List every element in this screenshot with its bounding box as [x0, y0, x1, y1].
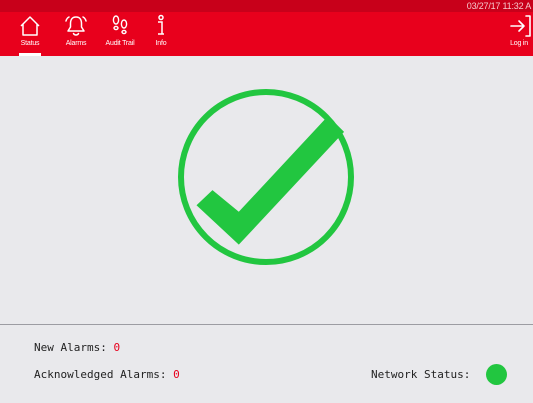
new-alarms-row: New Alarms: 0 [34, 341, 120, 354]
network-status-indicator [486, 364, 507, 385]
ack-alarms-label: Acknowledged Alarms: [34, 368, 167, 381]
divider [0, 324, 533, 325]
checkmark-circle-icon [178, 89, 354, 265]
network-status-row: Network Status: [371, 368, 470, 381]
nav-status[interactable]: Status [19, 14, 41, 56]
nav-info[interactable]: Info [152, 14, 170, 54]
top-bar: 03/27/17 11:32 A Status Alarms Audit Tra… [0, 0, 533, 56]
nav-alarms-label: Alarms [65, 40, 87, 47]
header-stripe [0, 0, 533, 12]
bell-icon [61, 14, 91, 40]
network-status-label: Network Status: [371, 368, 471, 381]
footprints-icon [101, 14, 139, 40]
ack-alarms-value: 0 [173, 368, 180, 381]
nav-status-label: Status [20, 40, 40, 47]
login-button[interactable]: Log in [505, 14, 533, 54]
home-icon [19, 14, 41, 40]
timestamp: 03/27/17 11:32 A [466, 1, 531, 11]
nav-audit-trail[interactable]: Audit Trail [101, 14, 139, 54]
login-label: Log in [510, 40, 528, 47]
nav-info-label: Info [155, 40, 167, 47]
nav-alarms[interactable]: Alarms [61, 14, 91, 54]
ack-alarms-row: Acknowledged Alarms: 0 [34, 368, 180, 381]
new-alarms-value: 0 [113, 341, 121, 354]
new-alarms-label: New Alarms: [34, 341, 107, 354]
login-icon [505, 14, 533, 40]
nav-audit-trail-label: Audit Trail [105, 40, 135, 47]
info-icon [152, 14, 170, 40]
